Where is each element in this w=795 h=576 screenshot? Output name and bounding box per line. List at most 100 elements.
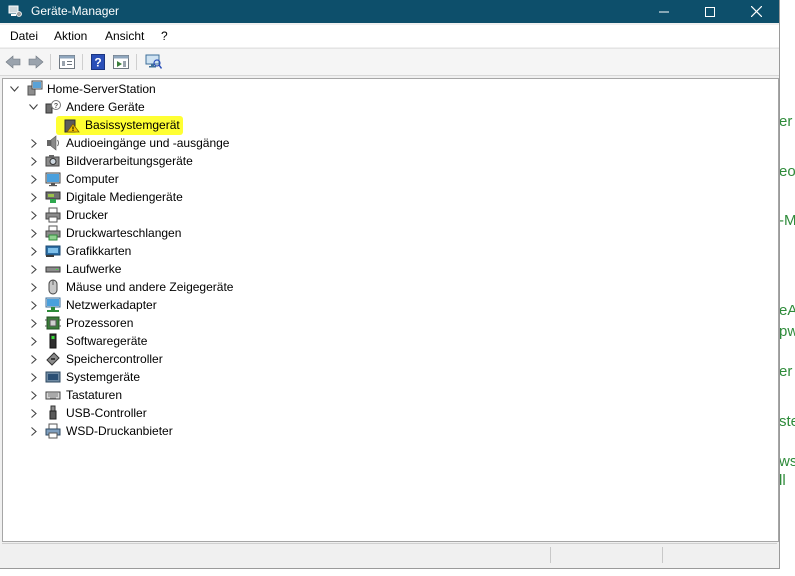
tree-category-item[interactable]: Netzwerkadapter [66, 296, 157, 314]
background-text: -M [779, 212, 795, 229]
status-divider [662, 547, 663, 563]
forward-button[interactable] [27, 53, 45, 71]
svg-text:?: ? [54, 103, 58, 110]
warning-device-icon [64, 119, 80, 133]
display-adapter-icon [45, 245, 61, 257]
menu-datei[interactable]: Datei [10, 29, 38, 43]
usb-icon [49, 405, 57, 420]
tree-category-item[interactable]: Computer [66, 170, 119, 188]
tree-category-item[interactable]: WSD-Druckanbieter [66, 422, 173, 440]
back-button[interactable] [4, 53, 22, 71]
toolbar: ? [0, 48, 779, 76]
tree-category-item[interactable]: Softwaregeräte [66, 332, 147, 350]
tree-category-item[interactable]: Drucker [66, 206, 108, 224]
camera-icon [45, 155, 60, 167]
network-icon [45, 297, 61, 312]
chevron-right-icon [31, 210, 37, 220]
expand-category-toggle[interactable] [29, 282, 39, 292]
expand-category-toggle[interactable] [29, 426, 39, 436]
expand-category-toggle[interactable] [29, 228, 39, 238]
expand-category-toggle[interactable] [29, 408, 39, 418]
menu-bar: Datei Aktion Ansicht ? [0, 25, 779, 47]
tree-category-item[interactable]: Laufwerke [66, 260, 121, 278]
forward-arrow-icon [28, 55, 44, 69]
tree-category-item[interactable]: Systemgeräte [66, 368, 140, 386]
tree-category-item[interactable]: Speichercontroller [66, 350, 163, 368]
background-text: er [779, 113, 793, 130]
expand-category-toggle[interactable] [29, 354, 39, 364]
update-driver-button[interactable] [112, 53, 130, 71]
tree-category-item[interactable]: Bildverarbeitungsgeräte [66, 152, 193, 170]
back-arrow-icon [5, 55, 21, 69]
scan-hardware-button[interactable] [144, 53, 162, 71]
device-manager-window: Geräte-Manager Datei Aktion Ansicht ? ? [0, 0, 780, 569]
chevron-right-icon [31, 192, 37, 202]
help-icon: ? [91, 54, 105, 70]
expand-root-toggle[interactable] [9, 84, 19, 94]
system-device-icon [45, 371, 61, 383]
background-text: er [779, 363, 793, 380]
close-icon [750, 6, 762, 17]
minimize-icon [659, 11, 669, 12]
tree-category-item[interactable]: USB-Controller [66, 404, 147, 422]
expand-category-toggle[interactable] [29, 372, 39, 382]
menu-aktion[interactable]: Aktion [54, 29, 87, 43]
background-text: ste [779, 413, 795, 430]
tree-category-item[interactable]: Druckwarteschlangen [66, 224, 181, 242]
maximize-icon [705, 6, 715, 17]
expand-category-toggle[interactable] [29, 174, 39, 184]
tree-category-item[interactable]: Grafikkarten [66, 242, 131, 260]
status-bar [2, 543, 777, 566]
chevron-right-icon [31, 354, 37, 364]
expand-category-toggle[interactable] [29, 318, 39, 328]
expand-category-toggle[interactable] [29, 156, 39, 166]
chevron-right-icon [31, 426, 37, 436]
expand-andere-geraete-toggle[interactable] [28, 102, 38, 112]
expand-category-toggle[interactable] [29, 138, 39, 148]
menu-ansicht[interactable]: Ansicht [105, 29, 144, 43]
update-driver-icon [113, 55, 129, 69]
menu-help[interactable]: ? [161, 29, 168, 43]
tree-category-item[interactable]: Audioeingänge und -ausgänge [66, 134, 229, 152]
wsd-printer-icon [45, 423, 61, 439]
tree-category-item[interactable]: Mäuse und andere Zeigegeräte [66, 278, 233, 296]
chevron-right-icon [31, 318, 37, 328]
processor-icon [45, 316, 61, 330]
tree-item-basissystemgeraet[interactable]: Basissystemgerät [85, 116, 180, 134]
expand-category-toggle[interactable] [29, 264, 39, 274]
svg-text:?: ? [94, 56, 101, 70]
tree-root-label[interactable]: Home-ServerStation [47, 80, 156, 98]
expand-category-toggle[interactable] [29, 300, 39, 310]
expand-category-toggle[interactable] [29, 246, 39, 256]
chevron-right-icon [31, 264, 37, 274]
help-button[interactable]: ? [89, 53, 107, 71]
chevron-right-icon [31, 228, 37, 238]
tree-category-item[interactable]: Prozessoren [66, 314, 133, 332]
properties-button[interactable] [58, 53, 76, 71]
chevron-down-icon [28, 104, 38, 110]
tree-item-andere-geraete[interactable]: Andere Geräte [66, 98, 145, 116]
background-text: pw [779, 323, 795, 340]
expand-category-toggle[interactable] [29, 390, 39, 400]
tree-category-item[interactable]: Digitale Mediengeräte [66, 188, 183, 206]
chevron-right-icon [31, 138, 37, 148]
background-text: ll [779, 472, 786, 489]
software-device-icon [49, 333, 57, 349]
status-divider [550, 547, 551, 563]
minimize-button[interactable] [641, 0, 687, 23]
expand-category-toggle[interactable] [29, 336, 39, 346]
properties-icon [59, 55, 75, 69]
expand-category-toggle[interactable] [29, 210, 39, 220]
expand-category-toggle[interactable] [29, 192, 39, 202]
device-tree: Home-ServerStation ? Andere Geräte Basis… [2, 78, 779, 542]
chevron-right-icon [31, 300, 37, 310]
close-button[interactable] [733, 0, 779, 23]
title-bar[interactable]: Geräte-Manager [0, 0, 779, 23]
toolbar-separator [50, 54, 51, 70]
storage-controller-icon [46, 352, 60, 366]
computer-root-icon [27, 80, 43, 96]
maximize-button[interactable] [687, 0, 733, 23]
tree-category-item[interactable]: Tastaturen [66, 386, 122, 404]
background-text: eA [779, 302, 795, 319]
printer-icon [45, 207, 61, 223]
